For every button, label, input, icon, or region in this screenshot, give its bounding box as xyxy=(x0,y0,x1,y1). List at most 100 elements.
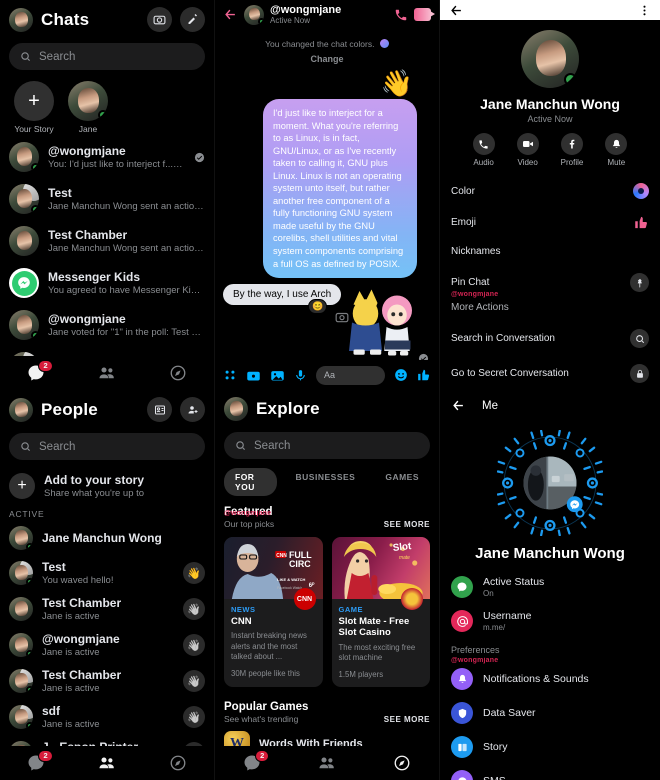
explore-tab[interactable] xyxy=(169,364,187,382)
avatar[interactable] xyxy=(521,30,579,88)
list-item[interactable]: Test Chamber Jane is active 👋 xyxy=(0,663,214,699)
search-input[interactable]: Search xyxy=(224,432,430,459)
online-dot xyxy=(26,650,33,657)
card-meta: 30M people like this xyxy=(231,668,300,678)
online-dot xyxy=(564,73,577,86)
row-active-status[interactable]: Active Status On xyxy=(440,570,660,604)
row-data-saver[interactable]: Data Saver xyxy=(440,696,660,730)
card-slot-mate[interactable]: Slot mate GAME Slot Mate - Free Slot Cas… xyxy=(331,537,430,688)
pill-games[interactable]: GAMES xyxy=(374,468,430,496)
list-item[interactable]: Test You waved hello! 👋 xyxy=(0,555,214,591)
camera-icon[interactable] xyxy=(246,368,261,383)
chats-tab[interactable]: 2 xyxy=(243,750,270,772)
camera-icon[interactable] xyxy=(147,7,172,32)
list-item[interactable]: Test Chamber Jane is active 👋 xyxy=(0,591,214,627)
row-emoji[interactable]: Emoji xyxy=(440,207,660,238)
list-item[interactable]: Test Chamber Jane Manchun Wong sent an a… xyxy=(0,220,214,262)
people-tab[interactable] xyxy=(318,754,336,772)
pin-icon[interactable] xyxy=(630,273,649,292)
people-tab[interactable] xyxy=(98,364,116,382)
list-item[interactable]: Test Jane Manchun Wong sent an actio... … xyxy=(0,178,214,220)
people-tab[interactable] xyxy=(98,754,116,772)
chat-name: Test xyxy=(48,186,72,200)
explore-tab[interactable] xyxy=(169,754,187,772)
row-username[interactable]: Username m.me/ xyxy=(440,604,660,638)
list-item[interactable]: Jane Manchun Wong xyxy=(0,521,214,555)
search-input[interactable]: Search xyxy=(9,43,205,70)
chats-tab[interactable]: 2 xyxy=(27,750,53,772)
row-secret-conversation[interactable]: Go to Secret Conversation xyxy=(440,356,660,390)
chats-header: Chats xyxy=(0,0,214,36)
compose-icon[interactable] xyxy=(180,7,205,32)
list-item[interactable]: sdf Jane is active 👋 xyxy=(0,699,214,735)
wave-button[interactable]: 👋 xyxy=(183,706,205,728)
action-mute[interactable]: Mute xyxy=(605,133,628,167)
row-nicknames[interactable]: Nicknames xyxy=(440,238,660,265)
contact-card-icon[interactable] xyxy=(147,397,172,422)
image-icon[interactable] xyxy=(270,368,285,383)
add-to-story-row[interactable]: + Add to your story Share what you're up… xyxy=(0,467,214,505)
apps-grid-icon[interactable] xyxy=(223,368,237,382)
list-item[interactable]: @wongmjane Jane voted for "1" in the pol… xyxy=(0,304,214,346)
message-reaction[interactable]: 😊 xyxy=(307,299,328,315)
online-dot xyxy=(258,17,264,25)
list-item[interactable]: Messenger Kids You agreed to have Messen… xyxy=(0,262,214,304)
back-arrow-icon[interactable] xyxy=(451,398,466,413)
incoming-message-bubble[interactable]: By the way, I use Arch 😊 xyxy=(223,284,342,315)
emoji-icon[interactable] xyxy=(394,368,408,382)
see-more-link[interactable]: SEE MORE xyxy=(384,715,430,724)
color-circle-icon[interactable] xyxy=(633,183,649,199)
pill-businesses[interactable]: BUSINESSES xyxy=(285,468,367,496)
lock-icon[interactable] xyxy=(630,364,649,383)
avatar[interactable] xyxy=(68,81,108,121)
action-profile[interactable]: Profile xyxy=(561,133,583,167)
card-cnn[interactable]: CNN FULL CIRC LIKE & WATCH Facebook Watc… xyxy=(224,537,323,688)
add-person-icon[interactable] xyxy=(180,397,205,422)
action-audio[interactable]: Audio xyxy=(472,133,495,167)
card-title: Slot Mate - Free Slot Casino xyxy=(338,616,410,639)
back-arrow-icon[interactable] xyxy=(449,3,464,18)
video-camera-icon[interactable] xyxy=(414,8,435,21)
wave-button[interactable]: 👋 xyxy=(183,598,205,620)
avatar[interactable] xyxy=(244,4,264,25)
action-video[interactable]: Video xyxy=(516,133,539,167)
list-item[interactable]: @wongmjane You: I'd just like to interje… xyxy=(0,136,214,178)
story-jane[interactable]: Jane xyxy=(68,81,108,134)
thumbs-up-icon[interactable] xyxy=(417,368,431,382)
search-icon[interactable] xyxy=(630,329,649,348)
avatar[interactable] xyxy=(9,7,33,32)
quick-actions: Audio Video Profile Mute xyxy=(440,133,660,167)
row-notifications[interactable]: Notifications & Sounds xyxy=(440,662,660,696)
row-search-conversation[interactable]: Search in Conversation xyxy=(440,321,660,356)
row-color[interactable]: Color xyxy=(440,175,660,207)
explore-tab[interactable] xyxy=(393,754,411,772)
wave-button[interactable]: 👋 xyxy=(183,670,205,692)
list-item[interactable]: @wongmjane Jane is active 👋 xyxy=(0,627,214,663)
microphone-icon[interactable] xyxy=(294,369,307,382)
message-input[interactable]: Aa xyxy=(316,365,385,385)
thumbs-up-icon[interactable] xyxy=(634,215,649,230)
see-more-link[interactable]: SEE MORE xyxy=(384,520,430,529)
online-dot xyxy=(26,578,33,585)
change-color-link[interactable]: Change xyxy=(215,54,439,64)
phone-icon[interactable] xyxy=(394,8,408,22)
search-input[interactable]: Search xyxy=(9,433,205,460)
messenger-code-icon[interactable] xyxy=(497,430,603,536)
row-story[interactable]: Story xyxy=(440,730,660,764)
outgoing-message-bubble[interactable]: I'd just like to interject for a moment.… xyxy=(263,99,417,279)
bottom-tab-bar: 2 xyxy=(0,356,214,390)
story-your-story[interactable]: + Your Story xyxy=(14,81,54,134)
wave-button[interactable]: 👋 xyxy=(183,634,205,656)
row-more-actions[interactable]: More Actions xyxy=(440,294,660,321)
avatar[interactable] xyxy=(9,397,33,422)
overflow-menu-icon[interactable] xyxy=(638,4,651,17)
add-story-icon[interactable]: + xyxy=(14,81,54,121)
row-sms[interactable]: SMS xyxy=(440,764,660,780)
chats-tab[interactable]: 2 xyxy=(27,360,53,382)
pill-for-you[interactable]: FOR YOU xyxy=(224,468,277,496)
back-arrow-icon[interactable] xyxy=(223,7,238,22)
avatar[interactable] xyxy=(224,397,248,421)
wave-button[interactable]: 👋 xyxy=(183,562,205,584)
row-pin-chat[interactable]: Pin Chat xyxy=(440,265,660,294)
sticker-image[interactable] xyxy=(331,285,421,360)
